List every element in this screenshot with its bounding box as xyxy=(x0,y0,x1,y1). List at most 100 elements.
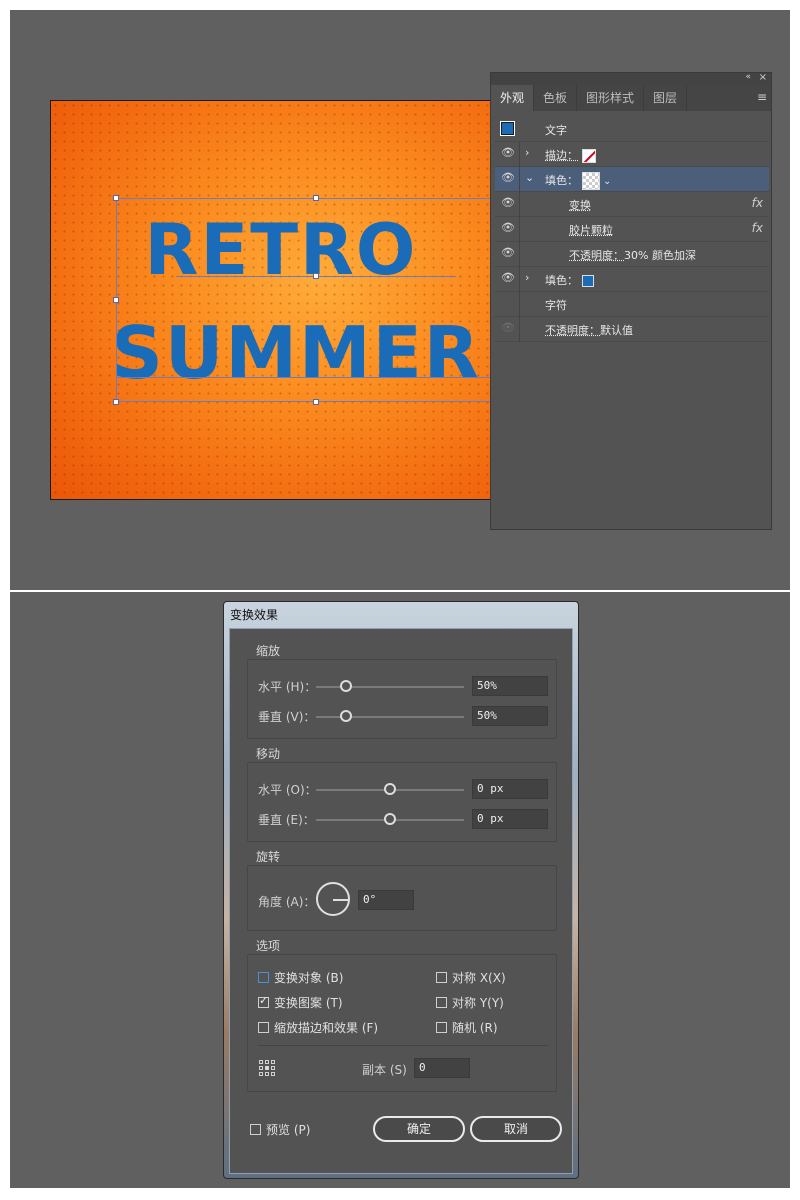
row-gutter xyxy=(519,192,520,217)
field-label: 副本 (S) xyxy=(362,1063,407,1077)
ok-button[interactable]: 确定 xyxy=(373,1116,465,1142)
scale-horizontal-input[interactable]: 50% xyxy=(472,676,548,696)
transform-patterns-checkbox[interactable]: 变换图案 (T) xyxy=(258,994,343,1011)
blue-swatch-icon[interactable] xyxy=(582,275,594,287)
scale-vertical-input[interactable]: 50% xyxy=(472,706,548,726)
resize-handle[interactable] xyxy=(113,399,119,405)
preview-checkbox[interactable]: 预览 (P) xyxy=(250,1121,310,1138)
chevron-down-icon[interactable]: ⌄ xyxy=(525,171,534,184)
row-characters[interactable]: 字符 xyxy=(495,292,769,317)
eye-icon[interactable]: 👁 xyxy=(501,172,515,183)
transform-objects-checkbox[interactable]: 变换对象 (B) xyxy=(258,969,343,986)
row-label[interactable]: 变换 xyxy=(569,197,591,213)
move-horizontal-input[interactable]: 0 px xyxy=(472,779,548,799)
row-fill-selected[interactable]: 👁 ⌄ 填色： ⌄ xyxy=(495,167,769,192)
resize-handle[interactable] xyxy=(313,399,319,405)
panel-menu-icon[interactable]: ≡ xyxy=(757,90,767,104)
cancel-button[interactable]: 取消 xyxy=(470,1116,562,1142)
checkbox-icon xyxy=(258,1022,269,1033)
tab-layers[interactable]: 图层 xyxy=(644,85,688,111)
field-label: 垂直 (V)： xyxy=(258,710,316,724)
eye-icon[interactable]: 👁 xyxy=(501,147,515,158)
row-gutter xyxy=(519,267,520,292)
group-title: 缩放 xyxy=(256,644,281,658)
row-opacity[interactable]: 👁 不透明度：默认值 xyxy=(495,317,769,342)
dialog-body: 缩放 水平 (H)： 50% 垂直 (V)： 50% 移动 水平 (O)： 0 … xyxy=(229,628,573,1174)
resize-handle[interactable] xyxy=(313,195,319,201)
checkbox-checked-icon xyxy=(258,994,269,1008)
row-fill-2[interactable]: 👁 › 填色： xyxy=(495,267,769,292)
options-group: 选项 变换对象 (B) 变换图案 (T) 缩放描边和效果 (F) 对称 X(X)… xyxy=(247,939,557,1092)
group-title: 旋转 xyxy=(256,850,281,864)
chevron-down-icon[interactable]: ⌄ xyxy=(603,176,611,187)
slider-thumb[interactable] xyxy=(339,680,352,692)
checkbox-icon xyxy=(250,1124,261,1135)
row-gutter xyxy=(519,142,520,167)
field-label: 水平 (O)： xyxy=(258,783,317,797)
checkbox-icon xyxy=(436,1022,447,1033)
resize-handle[interactable] xyxy=(113,297,119,303)
checkbox-icon xyxy=(436,997,447,1008)
tab-appearance[interactable]: 外观 xyxy=(491,85,535,111)
row-type[interactable]: 文字 xyxy=(495,117,769,142)
row-gutter xyxy=(519,217,520,242)
transform-effect-dialog: 变换效果 缩放 水平 (H)： 50% 垂直 (V)： 50% 移动 水平 (O… xyxy=(223,601,579,1179)
center-handle[interactable] xyxy=(313,273,319,279)
scale-horizontal-slider[interactable] xyxy=(316,686,464,688)
eye-icon[interactable]: 👁 xyxy=(501,197,515,208)
row-gutter xyxy=(519,292,520,317)
stroke-none-swatch-icon[interactable] xyxy=(582,149,596,163)
dialog-title: 变换效果 xyxy=(230,608,279,622)
row-gutter xyxy=(519,242,520,267)
move-vertical-input[interactable]: 0 px xyxy=(472,809,548,829)
checkbox-icon xyxy=(436,972,447,983)
row-film-grain-effect[interactable]: 👁 胶片颗粒 fx xyxy=(495,217,769,242)
row-label: 不透明度：默认值 xyxy=(545,324,633,337)
fx-icon[interactable]: fx xyxy=(752,196,763,210)
artboard[interactable]: RETRO SUMMER xyxy=(50,100,500,500)
tab-graphic-styles[interactable]: 图形样式 xyxy=(577,85,645,111)
copies-input[interactable]: 0 xyxy=(414,1058,470,1078)
dialog-backdrop: 变换效果 缩放 水平 (H)： 50% 垂直 (V)： 50% 移动 水平 (O… xyxy=(10,592,790,1188)
slider-thumb[interactable] xyxy=(384,783,396,795)
scale-vertical-slider[interactable] xyxy=(316,716,464,718)
scale-strokes-checkbox[interactable]: 缩放描边和效果 (F) xyxy=(258,1019,378,1036)
row-label[interactable]: 胶片颗粒 xyxy=(569,222,613,238)
move-group: 移动 水平 (O)： 0 px 垂直 (E)： 0 px xyxy=(247,747,557,842)
appearance-rows: 文字 👁 › 描边： 👁 ⌄ 填色： ⌄ 👁 变换 fx 👁 胶片颗粒 fx 👁… xyxy=(495,117,769,342)
close-icon[interactable]: × xyxy=(759,72,767,83)
collapse-icon[interactable]: « xyxy=(745,72,751,82)
selection-bounding-box[interactable] xyxy=(116,198,499,402)
eye-icon[interactable]: 👁 xyxy=(501,222,515,233)
slider-thumb[interactable] xyxy=(339,710,352,722)
checkbox-icon xyxy=(258,972,269,983)
fx-icon[interactable]: fx xyxy=(752,221,763,235)
reflect-y-checkbox[interactable]: 对称 Y(Y) xyxy=(436,994,504,1011)
row-stroke[interactable]: 👁 › 描边： xyxy=(495,142,769,167)
eye-icon[interactable]: 👁 xyxy=(501,272,515,283)
type-swatch-icon xyxy=(500,121,515,136)
angle-dial[interactable] xyxy=(316,882,350,916)
chevron-right-icon[interactable]: › xyxy=(525,146,529,159)
eye-icon[interactable]: 👁 xyxy=(501,247,515,258)
slider-thumb[interactable] xyxy=(384,813,396,825)
row-fill-opacity[interactable]: 👁 不透明度：30% 颜色加深 xyxy=(495,242,769,267)
angle-input[interactable]: 0° xyxy=(358,890,414,910)
pattern-swatch-icon[interactable] xyxy=(582,172,600,190)
resize-handle[interactable] xyxy=(113,195,119,201)
text-baseline xyxy=(116,377,499,378)
random-checkbox[interactable]: 随机 (R) xyxy=(436,1019,498,1036)
row-transform-effect[interactable]: 👁 变换 fx xyxy=(495,192,769,217)
panel-titlebar: « × xyxy=(491,72,771,85)
scale-group: 缩放 水平 (H)： 50% 垂直 (V)： 50% xyxy=(247,644,557,739)
row-gutter xyxy=(519,167,520,192)
rotate-group: 旋转 角度 (A)： 0° xyxy=(247,850,557,931)
reference-point-icon[interactable] xyxy=(258,1059,276,1077)
row-label: 文字 xyxy=(545,124,567,137)
chevron-right-icon[interactable]: › xyxy=(525,271,529,284)
tab-swatches[interactable]: 色板 xyxy=(534,85,578,111)
field-label: 角度 (A)： xyxy=(258,895,316,909)
eye-icon[interactable]: 👁 xyxy=(501,322,515,333)
reflect-x-checkbox[interactable]: 对称 X(X) xyxy=(436,969,506,986)
group-title: 移动 xyxy=(256,747,281,761)
